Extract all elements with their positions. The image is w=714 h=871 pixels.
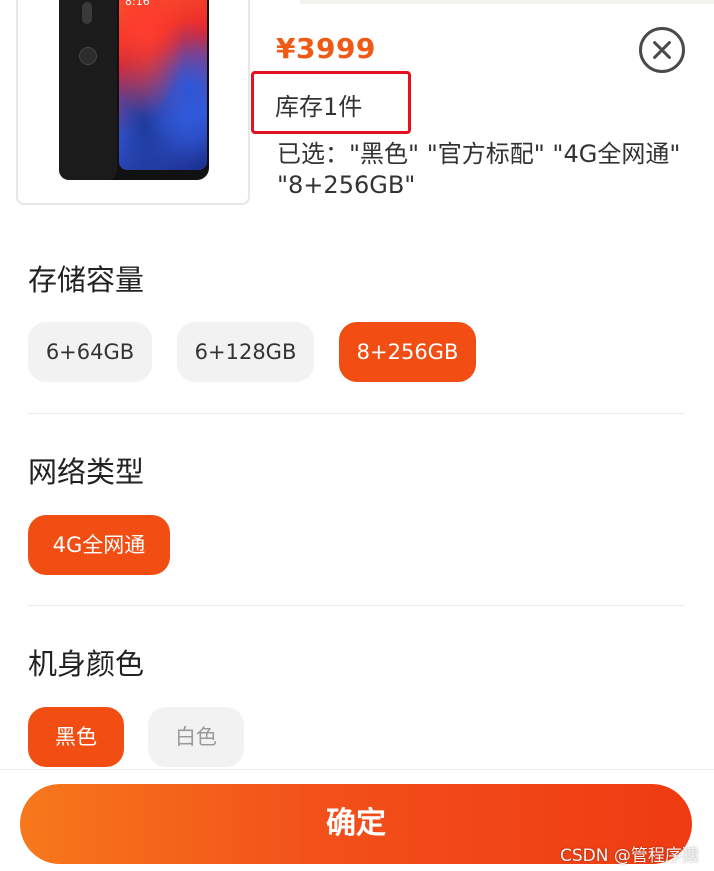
top-strip [300, 0, 714, 4]
phone-screen [119, 0, 207, 170]
phone-screen-time: 8:16 [125, 0, 150, 8]
stock-count: 库存1件 [275, 93, 363, 121]
footer-divider [0, 769, 714, 770]
close-icon[interactable] [639, 27, 685, 73]
phone-image: 8:16 [59, 0, 209, 180]
option-network-4g[interactable]: 4G全网通 [28, 515, 170, 575]
selected-summary-line1: 已选："黑色" "官方标配" "4G全网通" [277, 140, 681, 168]
section-title-storage: 存储容量 [28, 263, 145, 297]
option-storage-6-64[interactable]: 6+64GB [28, 322, 152, 382]
option-storage-6-128[interactable]: 6+128GB [177, 322, 314, 382]
option-color-black[interactable]: 黑色 [28, 707, 124, 767]
product-thumbnail: 8:16 [16, 0, 250, 205]
product-price: ¥3999 [276, 32, 376, 65]
divider [28, 413, 684, 414]
watermark: CSDN @管程序猿 [560, 846, 699, 866]
phone-back [59, 0, 117, 180]
selected-summary: 已选："黑色" "官方标配" "4G全网通" "8+256GB" [277, 139, 714, 201]
phone-fingerprint-sensor [79, 47, 97, 65]
section-title-network: 网络类型 [28, 455, 145, 489]
section-title-color: 机身颜色 [28, 647, 145, 681]
option-storage-8-256[interactable]: 8+256GB [339, 322, 476, 382]
divider [28, 605, 684, 606]
phone-camera [82, 2, 92, 24]
selected-summary-line2: "8+256GB" [277, 171, 416, 199]
option-color-white[interactable]: 白色 [148, 707, 244, 767]
